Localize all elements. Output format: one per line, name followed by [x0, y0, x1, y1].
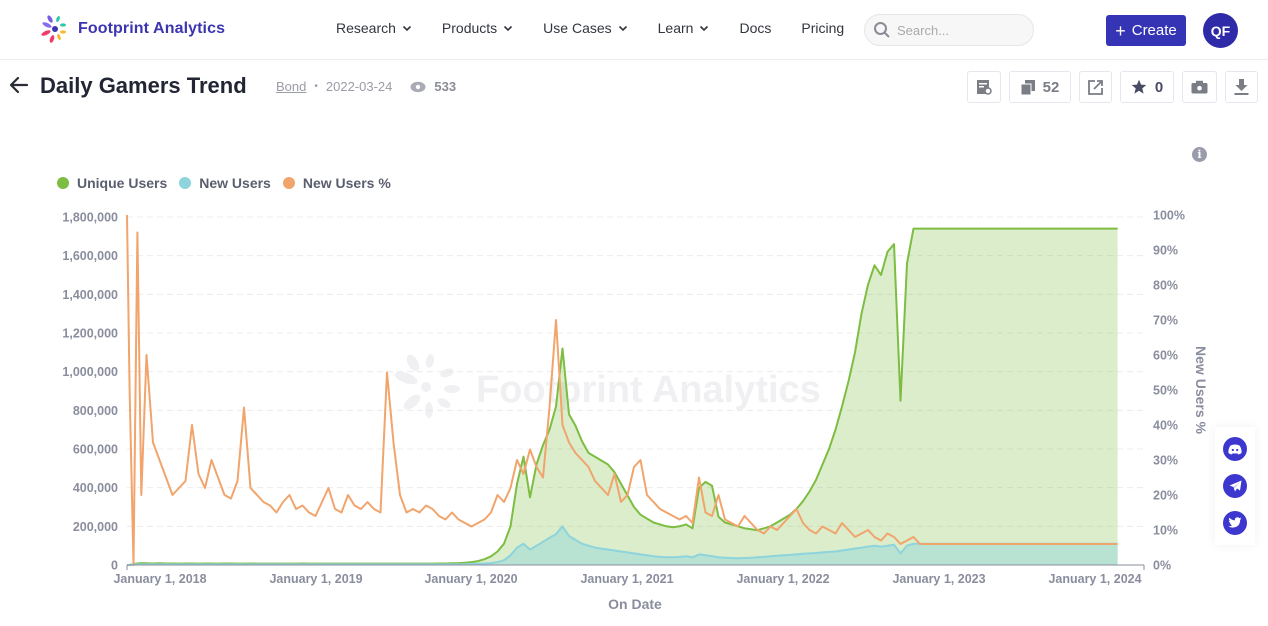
- view-sql-button[interactable]: [967, 71, 1001, 103]
- y2-tick-label: 20%: [1153, 489, 1178, 503]
- y-tick-label: 800,000: [73, 404, 118, 418]
- y2-tick-label: 30%: [1153, 454, 1178, 468]
- x-tick-label: January 1, 2020: [424, 572, 517, 586]
- back-arrow-icon[interactable]: [8, 74, 30, 96]
- stars-count: 0: [1154, 78, 1164, 96]
- nav-item-products[interactable]: Products: [442, 20, 513, 36]
- create-label: Create: [1131, 22, 1177, 39]
- telegram-button[interactable]: [1223, 473, 1247, 498]
- star-icon: [1131, 79, 1147, 94]
- daily-gamers-chart: Footprint Analytics 0 200,000 400,000 600,0…: [62, 209, 1209, 613]
- author-link[interactable]: Bond: [276, 79, 306, 94]
- watermark-logo-icon: [394, 354, 460, 418]
- y-tick-label: 1,400,000: [62, 288, 118, 302]
- x-tick-label: January 1, 2019: [269, 572, 362, 586]
- y-tick-label: 1,800,000: [62, 211, 118, 225]
- chevron-down-icon: [618, 25, 627, 32]
- social-links: [1215, 427, 1255, 545]
- chevron-down-icon: [504, 25, 513, 32]
- plus-icon: +: [1115, 20, 1126, 41]
- x-tick-label: January 1, 2024: [1048, 572, 1141, 586]
- nav-item-learn[interactable]: Learn: [658, 20, 710, 36]
- nav-item-docs[interactable]: Docs: [739, 20, 771, 36]
- main-nav: Research Products Use Cases Learn Docs P…: [336, 20, 874, 36]
- search-icon: [874, 22, 890, 38]
- y-tick-label: 1,600,000: [62, 249, 118, 263]
- discord-button[interactable]: [1223, 437, 1247, 462]
- y-tick-label: 600,000: [73, 443, 118, 457]
- camera-icon: [1191, 80, 1208, 94]
- nav-item-label: Pricing: [801, 20, 845, 36]
- user-avatar[interactable]: QF: [1203, 13, 1238, 48]
- x-tick-label: January 1, 2021: [580, 572, 673, 586]
- brand-name: Footprint Analytics: [78, 20, 226, 37]
- y-tick-label: 1,000,000: [62, 365, 118, 379]
- download-icon: [1234, 79, 1249, 95]
- chart-actions: 52 0: [967, 71, 1258, 103]
- y2-tick-label: 60%: [1153, 349, 1178, 363]
- y2-axis-title: New Users %: [1193, 346, 1209, 434]
- twitter-button[interactable]: [1223, 510, 1247, 535]
- duplicate-button[interactable]: 52: [1009, 71, 1071, 103]
- created-date: 2022-03-24: [325, 79, 393, 94]
- watermark-text: Footprint Analytics: [476, 369, 821, 411]
- x-tick-label: January 1, 2022: [736, 572, 829, 586]
- brand-logo[interactable]: Footprint Analytics: [38, 14, 225, 44]
- chevron-down-icon: [402, 25, 411, 32]
- separator-dot: •: [314, 81, 318, 92]
- y2-tick-label: 40%: [1153, 419, 1178, 433]
- x-axis-title: On Date: [608, 596, 662, 612]
- discord-icon: [1228, 444, 1242, 455]
- y-tick-label: 0: [111, 559, 118, 573]
- y2-tick-label: 80%: [1153, 279, 1178, 293]
- y-tick-label: 1,200,000: [62, 327, 118, 341]
- y2-tick-label: 0%: [1153, 559, 1171, 573]
- y-tick-label: 400,000: [73, 481, 118, 495]
- y2-tick-label: 100%: [1153, 209, 1185, 223]
- y2-tick-label: 50%: [1153, 384, 1178, 398]
- dashboard-header: Daily Gamers Trend Bond • 2022-03-24 533…: [0, 62, 1268, 112]
- copy-icon: [1020, 79, 1035, 95]
- download-button[interactable]: [1225, 71, 1258, 103]
- telegram-icon: [1229, 480, 1241, 492]
- x-tick-label: January 1, 2023: [892, 572, 985, 586]
- view-count: 533: [434, 79, 457, 94]
- star-button[interactable]: 0: [1120, 71, 1174, 103]
- footprint-logo-icon: [41, 15, 66, 43]
- y-tick-label: 200,000: [73, 520, 118, 534]
- nav-item-pricing[interactable]: Pricing: [801, 20, 844, 36]
- copies-count: 52: [1042, 78, 1060, 96]
- y2-tick-label: 70%: [1153, 314, 1178, 328]
- page-title: Daily Gamers Trend: [40, 73, 247, 98]
- nav-item-use-cases[interactable]: Use Cases: [543, 20, 627, 36]
- nav-item-research[interactable]: Research: [336, 20, 412, 36]
- screenshot-button[interactable]: [1182, 71, 1217, 103]
- eye-icon: [410, 81, 426, 92]
- nav-item-label: Learn: [657, 20, 694, 36]
- nav-item-label: Research: [336, 20, 396, 36]
- y2-tick-label: 90%: [1153, 244, 1178, 258]
- query-view-icon: [977, 80, 992, 95]
- nav-item-label: Use Cases: [543, 20, 612, 36]
- twitter-icon: [1228, 516, 1242, 528]
- chevron-down-icon: [700, 25, 709, 32]
- open-external-button[interactable]: [1079, 71, 1112, 103]
- chart-meta: Bond • 2022-03-24 533: [276, 79, 456, 94]
- y2-tick-label: 10%: [1153, 524, 1178, 538]
- nav-item-label: Products: [441, 20, 498, 36]
- search-input[interactable]: [897, 22, 1017, 38]
- create-button[interactable]: + Create: [1106, 15, 1186, 46]
- nav-item-label: Docs: [739, 20, 772, 36]
- top-navigation-bar: Footprint Analytics Research Products Us…: [0, 0, 1268, 60]
- watermark: Footprint Analytics: [394, 354, 821, 418]
- search-box[interactable]: [864, 14, 1034, 46]
- x-tick-label: January 1, 2018: [113, 572, 206, 586]
- external-link-icon: [1088, 79, 1103, 95]
